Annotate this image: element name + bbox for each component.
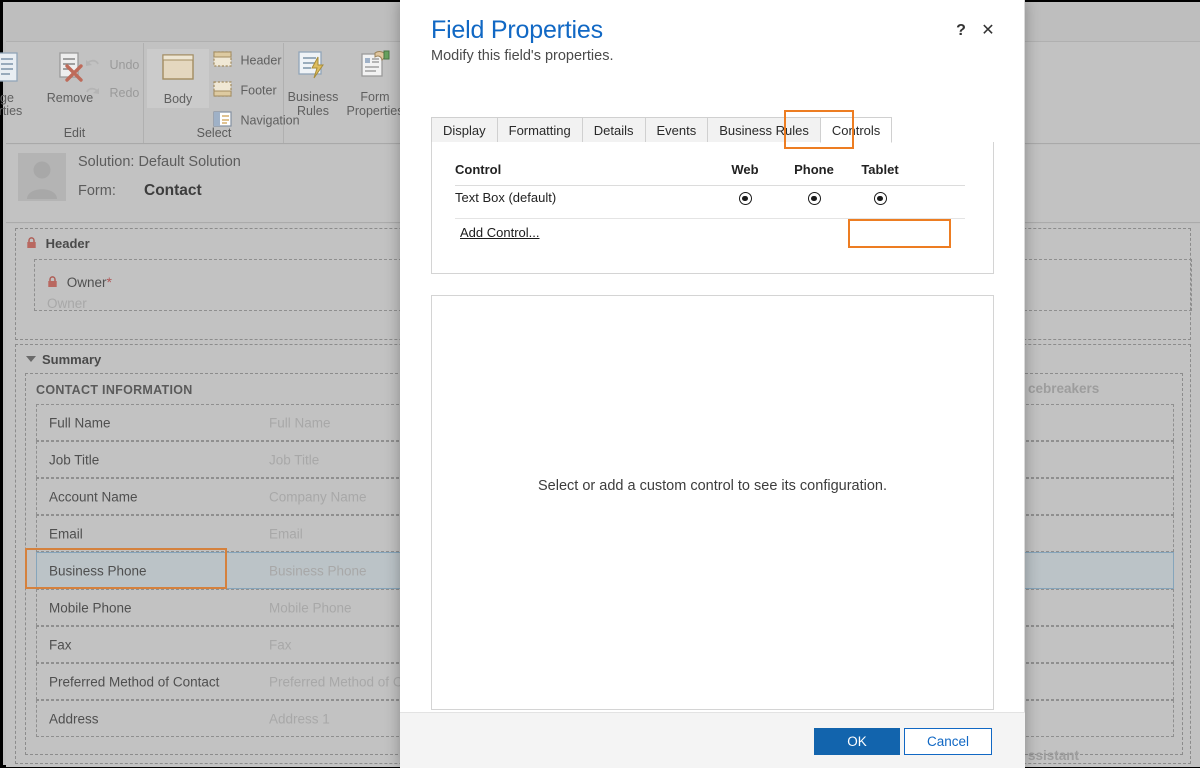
header-button[interactable]: Header xyxy=(213,51,281,71)
form-label: Form: xyxy=(78,183,116,199)
field-label: Email xyxy=(49,526,83,541)
business-rules-button[interactable]: Business Rules xyxy=(282,49,344,118)
field-value: Fax xyxy=(269,637,292,652)
field-value: Full Name xyxy=(269,415,331,430)
field-label: Mobile Phone xyxy=(49,600,132,615)
undo-button[interactable]: Undo xyxy=(84,57,139,74)
summary-label-text: Summary xyxy=(42,352,102,367)
ok-button[interactable]: OK xyxy=(814,728,900,755)
field-value: Job Title xyxy=(269,452,320,467)
field-value: Email xyxy=(269,526,303,541)
configuration-placeholder-message: Select or add a custom control to see it… xyxy=(538,478,887,494)
icebreakers-partial-label: cebreakers xyxy=(1028,381,1100,396)
redo-button[interactable]: Redo xyxy=(84,85,139,102)
undo-icon xyxy=(84,57,101,74)
body-button[interactable]: Body xyxy=(147,49,209,108)
dialog-tabs: Display Formatting Details Events Busine… xyxy=(431,117,994,143)
field-label: Address xyxy=(49,711,99,726)
controls-table: Control Web Phone Tablet Text Box (defau… xyxy=(455,159,965,219)
ribbon-group-select: Body Header Footer Navigation Select xyxy=(145,43,300,143)
radio-tablet[interactable] xyxy=(873,192,887,205)
field-value: Company Name xyxy=(269,489,367,504)
footer-button[interactable]: Footer xyxy=(213,81,277,101)
change-properties-button[interactable]: ge erties xyxy=(0,51,38,118)
tab-details[interactable]: Details xyxy=(581,117,646,143)
tab-display[interactable]: Display xyxy=(431,117,498,143)
field-value: Address 1 xyxy=(269,711,330,726)
field-label: Account Name xyxy=(49,489,138,504)
header-icon xyxy=(213,51,232,71)
dialog-title: Field Properties xyxy=(431,16,603,44)
add-control-link[interactable]: Add Control... xyxy=(460,225,540,240)
table-row: Text Box (default) xyxy=(455,186,965,219)
ribbon-group-edit-label: Edit xyxy=(63,126,86,140)
business-rules-icon xyxy=(282,49,344,86)
body-label: Body xyxy=(163,92,193,106)
header-section-title: Header xyxy=(26,236,90,252)
column-header-control: Control xyxy=(455,162,502,177)
solution-name: Solution: Default Solution xyxy=(78,154,241,170)
redo-label: Redo xyxy=(109,85,140,100)
radio-cell-tablet xyxy=(855,192,905,210)
field-label: Full Name xyxy=(49,415,111,430)
radio-cell-phone xyxy=(789,192,839,210)
field-label: Preferred Method of Contact xyxy=(49,674,220,689)
form-properties-icon xyxy=(342,49,408,86)
business-phone-annotation xyxy=(25,548,227,589)
collapse-triangle-icon[interactable] xyxy=(26,356,36,362)
change-properties-label: ge erties xyxy=(0,91,23,118)
footer-icon xyxy=(213,81,232,101)
column-header-tablet: Tablet xyxy=(861,162,899,177)
redo-icon xyxy=(84,85,101,102)
screenshot-root: ge erties xyxy=(0,0,1200,768)
ribbon-group-edit: ge erties xyxy=(0,43,144,143)
form-properties-label: Form Properties xyxy=(346,90,404,118)
column-header-phone: Phone xyxy=(794,162,834,177)
table-header-row: Control Web Phone Tablet xyxy=(455,159,965,186)
form-properties-button[interactable]: Form Properties xyxy=(342,49,408,118)
lock-icon xyxy=(26,237,37,252)
summary-section-title: Summary xyxy=(26,352,101,367)
required-indicator: * xyxy=(106,274,112,290)
header-label: Header xyxy=(240,53,282,68)
footer-label: Footer xyxy=(240,83,277,98)
ribbon-group-select-label: Select xyxy=(196,126,232,140)
column-header-web: Web xyxy=(731,162,759,177)
cancel-button[interactable]: Cancel xyxy=(904,728,992,755)
dialog-subtitle: Modify this field's properties. xyxy=(431,48,614,64)
form-name: Contact xyxy=(144,182,202,199)
assistant-partial-label: ssistant xyxy=(1028,748,1080,763)
undo-label: Undo xyxy=(109,57,140,72)
owner-field-value: Owner xyxy=(47,296,87,311)
dialog-footer: OK Cancel xyxy=(400,712,1025,768)
close-icon[interactable]: ✕ xyxy=(978,20,998,42)
tab-events[interactable]: Events xyxy=(644,117,709,143)
lock-icon xyxy=(47,276,58,291)
field-properties-dialog: Field Properties Modify this field's pro… xyxy=(400,0,1025,768)
radio-phone[interactable] xyxy=(807,192,821,205)
header-section-label: Header xyxy=(45,236,90,251)
tab-business-rules[interactable]: Business Rules xyxy=(707,117,821,143)
contact-avatar xyxy=(18,153,66,201)
field-label: Fax xyxy=(49,637,72,652)
control-configuration-area: Select or add a custom control to see it… xyxy=(431,295,994,710)
tab-formatting[interactable]: Formatting xyxy=(496,117,583,143)
field-value: Mobile Phone xyxy=(269,600,352,615)
tab-controls[interactable]: Controls xyxy=(819,117,893,143)
control-name-text-box: Text Box (default) xyxy=(455,190,557,205)
body-icon xyxy=(147,52,209,89)
field-label: Job Title xyxy=(49,452,100,467)
controls-tab-panel: Control Web Phone Tablet Text Box (defau… xyxy=(431,142,994,274)
field-value: Business Phone xyxy=(269,563,367,578)
help-icon[interactable]: ? xyxy=(951,20,971,42)
business-rules-label: Business Rules xyxy=(287,90,339,118)
radio-web[interactable] xyxy=(738,192,752,205)
properties-icon xyxy=(0,51,38,88)
radio-cell-web xyxy=(723,192,767,210)
owner-label-text: Owner xyxy=(66,275,107,290)
owner-field-label: Owner* xyxy=(47,274,112,291)
